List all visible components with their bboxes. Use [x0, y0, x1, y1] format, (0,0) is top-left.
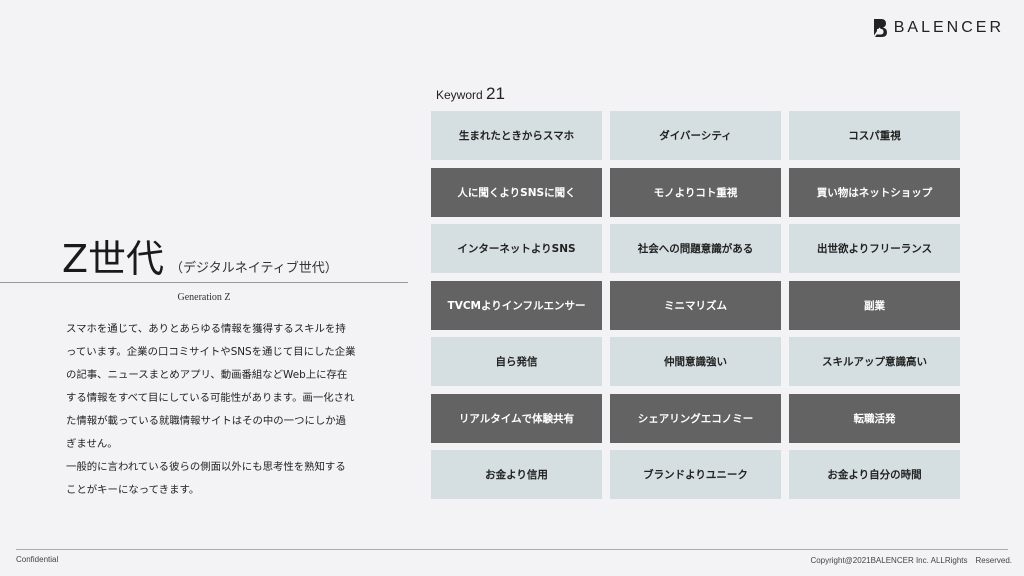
keyword-cell: リアルタイムで体験共有 — [431, 393, 602, 443]
keyword-count: 21 — [486, 84, 505, 103]
footer-copyright: Copyright@2021BALENCER Inc. ALLRights Re… — [810, 556, 1012, 565]
footer-confidential: Confidential — [16, 555, 59, 564]
footer-divider — [16, 549, 1008, 550]
keyword-cell: ブランドよりユニーク — [610, 450, 781, 499]
keyword-cell: ダイバーシティ — [610, 111, 781, 160]
balencer-b-icon — [873, 19, 887, 38]
keyword-cell: 生まれたときからスマホ — [431, 111, 602, 160]
keyword-cell: ミニマリズム — [610, 280, 781, 330]
section-label: Generation Z — [177, 292, 231, 303]
keyword-heading: Keyword 21 — [436, 84, 505, 104]
keyword-cell: コスパ重視 — [789, 111, 960, 160]
keyword-cell: お金より自分の時間 — [789, 450, 960, 499]
keyword-cell: 社会への問題意識がある — [610, 224, 781, 273]
keyword-cell: 人に聞くよりSNSに聞く — [431, 167, 602, 217]
page-title: Z世代 （デジタルネイティブ世代） — [62, 228, 338, 283]
keyword-cell: 仲間意識強い — [610, 337, 781, 386]
keyword-cell: インターネットよりSNS — [431, 224, 602, 273]
keyword-cell: 自ら発信 — [431, 337, 602, 386]
description-text: スマホを通じて、ありとあらゆる情報を獲得するスキルを持っています。企業の口コミサ… — [66, 318, 356, 502]
keyword-cell: お金より信用 — [431, 450, 602, 499]
description-paragraph: 一般的に言われている彼らの側面以外にも思考性を熟知することがキーになってきます。 — [66, 461, 346, 496]
keyword-cell: 買い物はネットショップ — [789, 167, 960, 217]
keyword-label: Keyword — [436, 88, 483, 102]
keyword-grid: 生まれたときからスマホ ダイバーシティ コスパ重視 人に聞くよりSNSに聞く モ… — [431, 111, 960, 499]
description-paragraph: スマホを通じて、ありとあらゆる情報を獲得するスキルを持っています。企業の口コミサ… — [66, 323, 356, 450]
keyword-cell: 転職活発 — [789, 393, 960, 443]
keyword-cell: 出世欲よりフリーランス — [789, 224, 960, 273]
title-main: Z世代 — [62, 237, 165, 281]
keyword-cell: シェアリングエコノミー — [610, 393, 781, 443]
brand-name: BALENCER — [893, 19, 1004, 36]
keyword-cell: 副業 — [789, 280, 960, 330]
keyword-cell: TVCMよりインフルエンサー — [431, 280, 602, 330]
brand-logo: BALENCER — [872, 18, 1004, 38]
keyword-cell: スキルアップ意識高い — [789, 337, 960, 386]
keyword-cell: モノよりコト重視 — [610, 167, 781, 217]
title-divider — [0, 282, 408, 283]
title-sub: （デジタルネイティブ世代） — [170, 261, 338, 276]
